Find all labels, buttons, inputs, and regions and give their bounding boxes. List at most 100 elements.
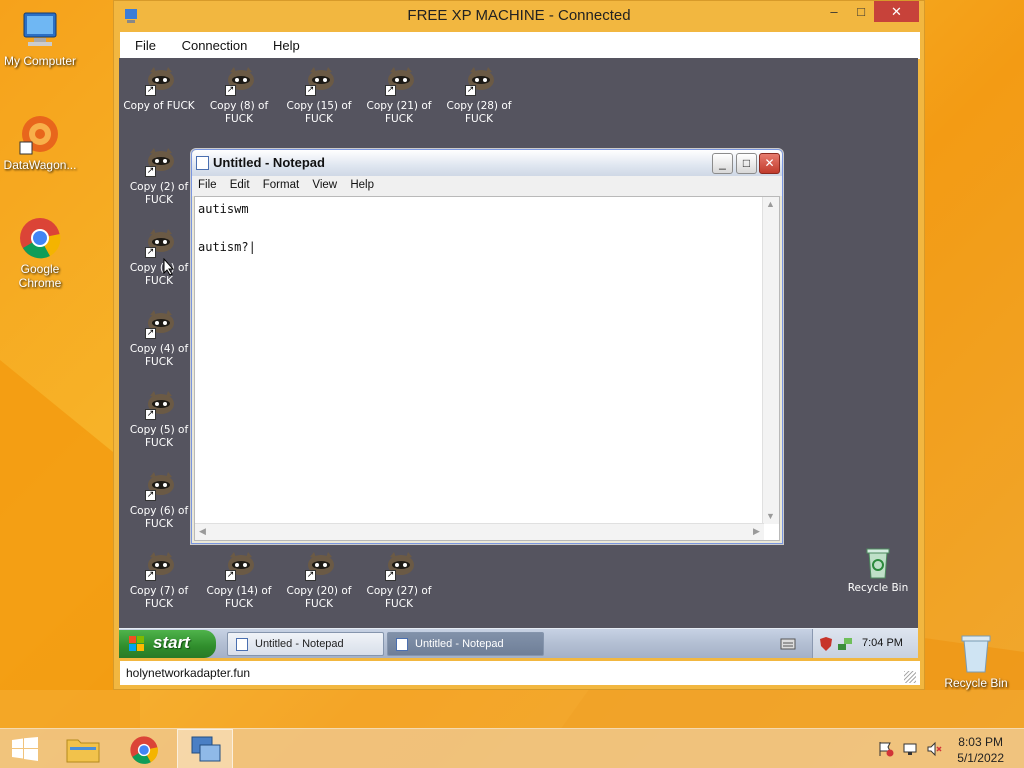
desktop-icon-datawagon[interactable]: DataWagon... bbox=[0, 112, 80, 172]
xp-desktop-icon[interactable]: ↗ Copy (3) of FUCK bbox=[119, 224, 199, 288]
host-clock[interactable]: 8:03 PM 5/1/2022 bbox=[957, 734, 1004, 766]
windows-start-button[interactable] bbox=[0, 729, 56, 768]
xp-icon-label: Copy (8) of FUCK bbox=[209, 100, 269, 125]
xp-desktop-icon[interactable]: ↗ Copy (15) of FUCK bbox=[279, 62, 359, 126]
notepad-minimize-button[interactable]: _ bbox=[712, 153, 733, 174]
xp-desktop-icon[interactable]: ↗ Copy (2) of FUCK bbox=[119, 143, 199, 207]
notepad-window: Untitled - Notepad _ □ ✕ File Edit Forma… bbox=[191, 149, 783, 544]
windows-flag-icon bbox=[129, 636, 145, 652]
resize-grip[interactable] bbox=[904, 671, 916, 683]
start-button[interactable]: start bbox=[119, 630, 216, 658]
xp-desktop-icon[interactable]: ↗ Copy (14) of FUCK bbox=[199, 547, 279, 611]
notepad-close-button[interactable]: ✕ bbox=[759, 153, 780, 174]
close-button[interactable]: ✕ bbox=[874, 1, 919, 22]
taskbar-chrome[interactable] bbox=[117, 729, 173, 768]
desktop-icon-label: Google Chrome bbox=[18, 262, 62, 290]
system-tray: 7:04 PM bbox=[812, 629, 918, 658]
computer-icon bbox=[18, 8, 62, 52]
recycle-bin-icon bbox=[954, 630, 998, 674]
raccoon-icon: ↗ bbox=[141, 143, 177, 179]
xp-desktop-icon[interactable]: ↗ Copy (21) of FUCK bbox=[359, 62, 439, 126]
notepad-menu-help[interactable]: Help bbox=[350, 179, 374, 191]
desktop-icon-label: My Computer bbox=[3, 54, 77, 68]
notepad-menu-view[interactable]: View bbox=[312, 179, 337, 191]
menu-help[interactable]: Help bbox=[273, 32, 300, 53]
network-icon[interactable] bbox=[902, 741, 918, 757]
notepad-text-area[interactable]: autiswm autism?| ▲ ▼ ◀ ▶ bbox=[194, 196, 780, 541]
desktop-icon-google-chrome[interactable]: Google Chrome bbox=[0, 216, 80, 290]
xp-desktop-icon[interactable]: ↗ Copy of FUCK bbox=[119, 62, 199, 113]
raccoon-icon: ↗ bbox=[301, 547, 337, 583]
network-icon[interactable] bbox=[837, 636, 853, 655]
notepad-menu-bar: File Edit Format View Help bbox=[192, 176, 782, 196]
xp-desktop-icon[interactable]: ↗ Copy (8) of FUCK bbox=[199, 62, 279, 126]
taskbar-item-notepad[interactable]: Untitled - Notepad bbox=[227, 632, 384, 656]
shortcut-arrow-icon: ↗ bbox=[145, 409, 156, 420]
taskbar-remote-desktop[interactable] bbox=[177, 729, 233, 768]
raccoon-icon: ↗ bbox=[141, 62, 177, 98]
recycle-bin-icon bbox=[860, 544, 896, 580]
notepad-titlebar[interactable]: Untitled - Notepad _ □ ✕ bbox=[192, 150, 782, 176]
scroll-right-icon[interactable]: ▶ bbox=[749, 524, 764, 539]
xp-icon-label: Copy (15) of FUCK bbox=[286, 100, 352, 125]
volume-muted-icon[interactable] bbox=[926, 741, 942, 757]
desktop-icon-my-computer[interactable]: My Computer bbox=[0, 8, 80, 68]
shortcut-arrow-icon: ↗ bbox=[225, 570, 236, 581]
desktop-icon-label: Recycle Bin bbox=[944, 676, 1008, 690]
desktop-icon-recycle-bin[interactable]: Recycle Bin bbox=[936, 630, 1016, 690]
datawagon-icon bbox=[18, 112, 62, 156]
scroll-down-icon[interactable]: ▼ bbox=[763, 509, 778, 524]
maximize-button[interactable]: □ bbox=[846, 1, 876, 22]
keyboard-icon[interactable] bbox=[780, 637, 796, 656]
xp-desktop-icon[interactable]: ↗ Copy (7) of FUCK bbox=[119, 547, 199, 611]
notepad-menu-file[interactable]: File bbox=[198, 179, 217, 191]
raccoon-icon: ↗ bbox=[461, 62, 497, 98]
start-label: start bbox=[153, 633, 190, 652]
xp-desktop-icon-recycle-bin[interactable]: Recycle Bin bbox=[838, 544, 918, 595]
remote-screen[interactable]: ↗ Copy of FUCK ↗ Copy (8) of FUCK ↗ Copy… bbox=[119, 58, 918, 658]
status-bar: holynetworkadapter.fun bbox=[120, 661, 920, 685]
shortcut-arrow-icon: ↗ bbox=[145, 85, 156, 96]
xp-desktop-icon[interactable]: ↗ Copy (20) of FUCK bbox=[279, 547, 359, 611]
scroll-left-icon[interactable]: ◀ bbox=[195, 524, 210, 539]
vertical-scrollbar[interactable]: ▲ ▼ bbox=[762, 197, 779, 524]
raccoon-icon: ↗ bbox=[141, 467, 177, 503]
security-shield-icon[interactable] bbox=[819, 636, 833, 655]
raccoon-icon: ↗ bbox=[141, 386, 177, 422]
xp-taskbar: start Untitled - Notepad Untitled - Note… bbox=[119, 628, 918, 658]
menu-bar: File Connection Help bbox=[120, 32, 920, 59]
shortcut-arrow-icon: ↗ bbox=[305, 570, 316, 581]
xp-icon-label: Copy (4) of FUCK bbox=[129, 343, 189, 368]
window-title: FREE XP MACHINE - Connected bbox=[407, 7, 631, 24]
menu-file[interactable]: File bbox=[135, 32, 156, 53]
menu-connection[interactable]: Connection bbox=[182, 32, 248, 53]
shortcut-arrow-icon: ↗ bbox=[465, 85, 476, 96]
xp-desktop-icon[interactable]: ↗ Copy (27) of FUCK bbox=[359, 547, 439, 611]
raccoon-icon: ↗ bbox=[221, 547, 257, 583]
raccoon-icon: ↗ bbox=[301, 62, 337, 98]
action-center-flag-icon[interactable] bbox=[878, 741, 894, 757]
horizontal-scrollbar[interactable]: ◀ ▶ bbox=[195, 523, 764, 540]
notepad-menu-edit[interactable]: Edit bbox=[230, 179, 250, 191]
host-date: 5/1/2022 bbox=[957, 751, 1004, 765]
xp-desktop-icon[interactable]: ↗ Copy (6) of FUCK bbox=[119, 467, 199, 531]
xp-icon-label: Copy (21) of FUCK bbox=[366, 100, 432, 125]
xp-desktop-icon[interactable]: ↗ Copy (5) of FUCK bbox=[119, 386, 199, 450]
minimize-button[interactable]: ‒ bbox=[819, 1, 849, 22]
notepad-menu-format[interactable]: Format bbox=[263, 179, 299, 191]
window-titlebar[interactable]: FREE XP MACHINE - Connected ‒ □ ✕ bbox=[114, 1, 924, 31]
xp-icon-label: Copy (3) of FUCK bbox=[129, 262, 189, 287]
status-text: holynetworkadapter.fun bbox=[126, 666, 251, 680]
xp-desktop-icon[interactable]: ↗ Copy (4) of FUCK bbox=[119, 305, 199, 369]
scroll-up-icon[interactable]: ▲ bbox=[763, 197, 778, 212]
xp-icon-label: Copy (7) of FUCK bbox=[129, 585, 189, 610]
taskbar-item-notepad-active[interactable]: Untitled - Notepad bbox=[387, 632, 544, 656]
xp-desktop-icon[interactable]: ↗ Copy (28) of FUCK bbox=[439, 62, 519, 126]
xp-icon-label: Recycle Bin bbox=[847, 582, 909, 594]
xp-clock[interactable]: 7:04 PM bbox=[862, 637, 903, 649]
notepad-text: autiswm autism?| bbox=[198, 202, 256, 254]
notepad-maximize-button[interactable]: □ bbox=[736, 153, 757, 174]
shortcut-arrow-icon: ↗ bbox=[145, 166, 156, 177]
raccoon-icon: ↗ bbox=[141, 547, 177, 583]
taskbar-file-explorer[interactable] bbox=[56, 729, 112, 768]
